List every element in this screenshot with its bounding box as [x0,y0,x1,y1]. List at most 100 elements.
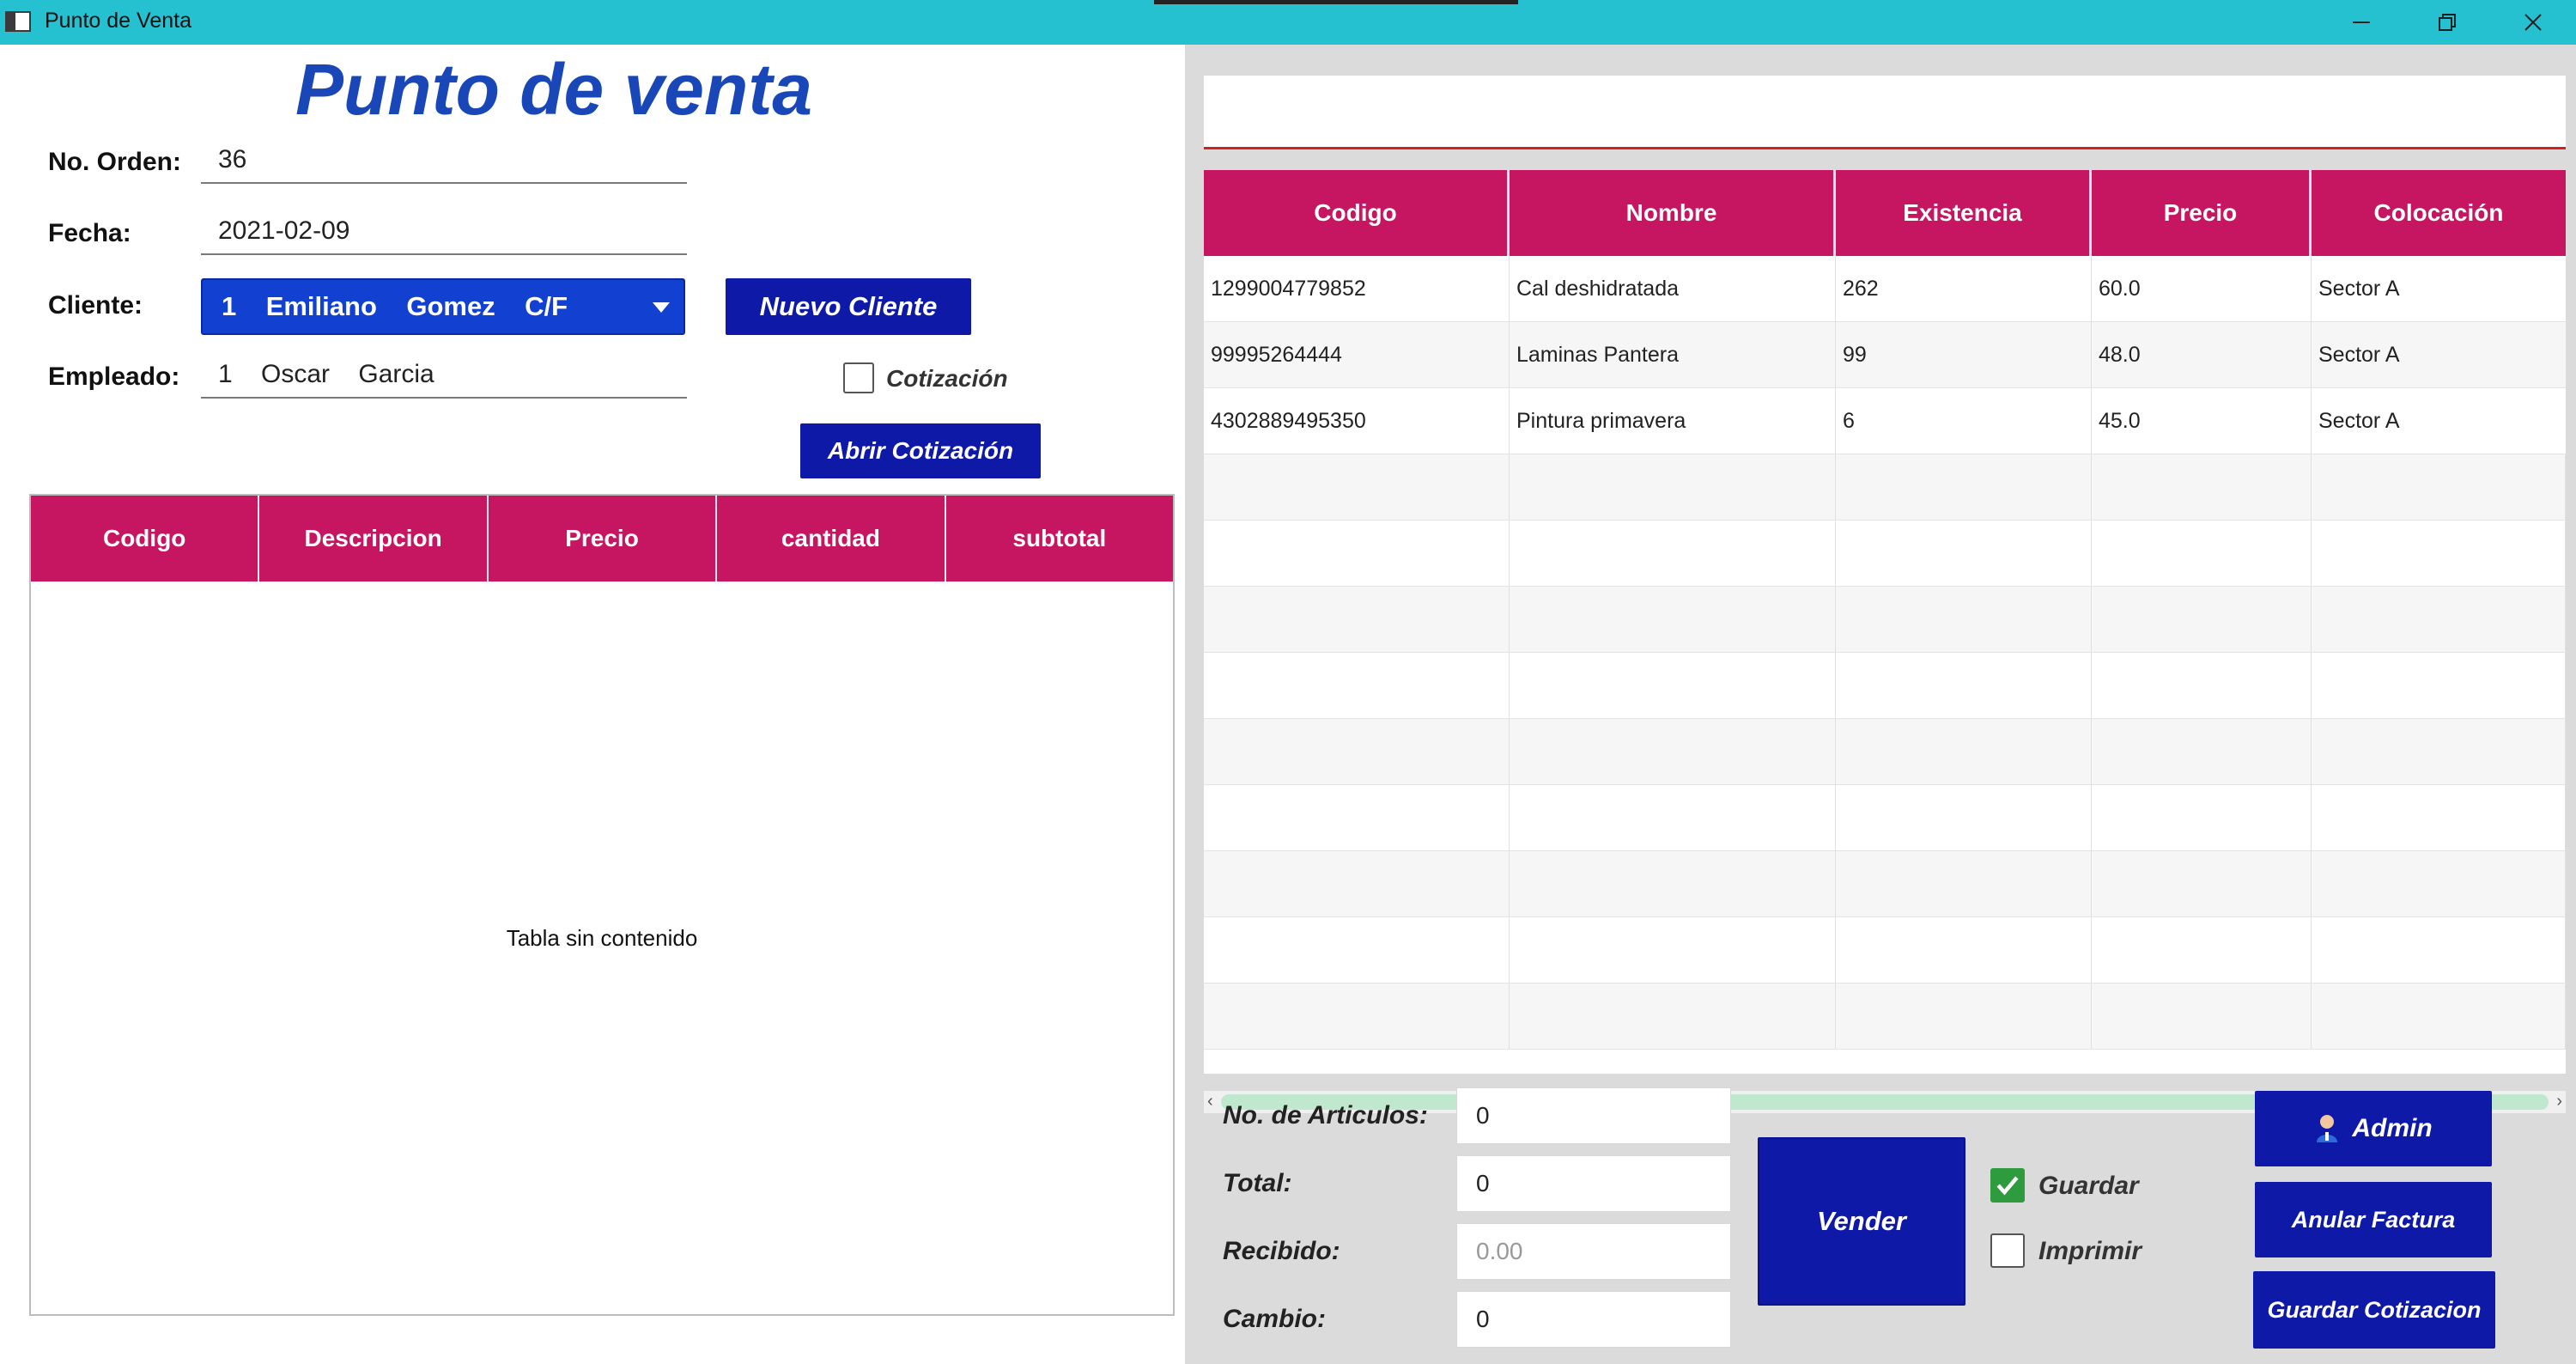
empty-cell [2092,917,2312,983]
empty-cell [2092,785,2312,850]
products-panel: Codigo Nombre Existencia Precio Colocaci… [1185,45,2576,1364]
cambio-field[interactable]: 0 [1456,1291,1731,1348]
close-icon [2524,14,2542,31]
empty-cell [2092,719,2312,784]
cliente-label: Cliente: [48,291,143,320]
cell-precio: 60.0 [2092,256,2312,321]
empty-cell [1204,521,1510,586]
empty-table-row [1204,454,2566,521]
scroll-left-icon[interactable]: ‹ [1207,1092,1213,1111]
cliente-value: 1 Emiliano Gomez C/F [222,291,568,321]
cell-colocacion: Sector A [2318,276,2400,301]
imprimir-label: Imprimir [2038,1237,2142,1265]
empty-cell [1510,785,1836,850]
admin-button[interactable]: Admin [2255,1091,2492,1166]
column-header[interactable]: subtotal [946,496,1173,582]
articulos-label: No. de Articulos: [1223,1101,1428,1130]
checkmark-icon [1996,1176,2019,1196]
empty-cell [1836,983,2092,1049]
empty-cell [2312,983,2566,1049]
empty-cell [1836,785,2092,850]
scroll-right-icon[interactable]: › [2556,1092,2562,1111]
column-header[interactable]: Codigo [31,496,260,582]
abrir-cotizacion-button[interactable]: Abrir Cotización [800,423,1041,478]
empty-cell [1836,653,2092,718]
empty-cell [1510,454,1836,520]
column-header[interactable]: Colocación [2312,170,2566,256]
cell-nombre: Cal deshidratada [1510,256,1836,321]
empty-cell [1204,587,1510,652]
table-row[interactable]: 1299004779852 Cal deshidratada 262 60.0 … [1204,256,2566,322]
column-header[interactable]: Existencia [1836,170,2092,256]
empty-cell [2092,983,2312,1049]
empty-cell [2092,851,2312,916]
guardar-checkbox[interactable] [1990,1168,2025,1203]
empty-cell [1510,851,1836,916]
order-panel: Punto de venta No. Orden: 36 Fecha: 2021… [0,45,1185,1364]
cotizacion-label: Cotización [886,365,1008,392]
cell-codigo: 99995264444 [1204,322,1510,387]
articulos-field[interactable]: 0 [1456,1087,1731,1144]
cell-codigo: 1299004779852 [1204,256,1510,321]
empty-cell [2312,851,2566,916]
guardar-cotizacion-button[interactable]: Guardar Cotizacion [2253,1271,2495,1349]
empty-cell [2092,521,2312,586]
empty-cell [2312,454,2566,520]
empty-cell [2092,653,2312,718]
cambio-label: Cambio: [1223,1305,1326,1333]
orden-field[interactable]: 36 [201,141,687,184]
empty-table-row [1204,785,2566,851]
title-bar: Punto de Venta [0,0,2576,45]
products-table[interactable]: Codigo Nombre Existencia Precio Colocaci… [1204,170,2566,1113]
search-input[interactable] [1204,76,2566,149]
column-header[interactable]: cantidad [717,496,946,582]
empleado-field[interactable]: 1 Oscar Garcia [201,356,687,399]
cell-existencia: 262 [1836,256,2092,321]
user-icon [2317,1115,2338,1142]
cart-table[interactable]: Codigo Descripcion Precio cantidad subto… [29,494,1175,1316]
nuevo-cliente-button[interactable]: Nuevo Cliente [726,278,971,335]
empty-table-row [1204,917,2566,983]
empty-cell [2092,454,2312,520]
empty-cell [1510,587,1836,652]
table-row[interactable]: 99995264444 Laminas Pantera 99 48.0 Sect… [1204,322,2566,388]
empty-cell [1510,983,1836,1049]
fecha-field[interactable]: 2021-02-09 [201,212,687,255]
fecha-label: Fecha: [48,219,131,247]
column-header[interactable]: Nombre [1510,170,1836,256]
empty-cell [1510,521,1836,586]
recibido-label: Recibido: [1223,1237,1340,1265]
empty-cell [1510,917,1836,983]
minimize-button[interactable] [2318,0,2404,45]
cell-colocacion: Sector A [2318,408,2400,433]
empty-cell [1836,719,2092,784]
title-bar-divider [1154,0,1518,4]
empty-cell [1204,454,1510,520]
close-button[interactable] [2490,0,2576,45]
total-field[interactable]: 0 [1456,1155,1731,1212]
column-header[interactable]: Codigo [1204,170,1510,256]
recibido-field[interactable]: 0.00 [1456,1223,1731,1280]
imprimir-checkbox[interactable] [1990,1233,2025,1268]
empty-table-row [1204,521,2566,587]
cliente-select[interactable]: 1 Emiliano Gomez C/F [201,278,685,335]
restore-button[interactable] [2404,0,2490,45]
empty-cell [2312,521,2566,586]
empty-cell [2312,719,2566,784]
empty-cell [1204,851,1510,916]
anular-factura-button[interactable]: Anular Factura [2255,1182,2492,1257]
column-header[interactable]: Precio [2092,170,2312,256]
empty-table-row [1204,851,2566,917]
empty-table-row [1204,587,2566,653]
vender-button[interactable]: Vender [1758,1137,1965,1306]
empty-table-text: Tabla sin contenido [506,925,698,951]
empty-cell [1204,653,1510,718]
orden-label: No. Orden: [48,148,181,176]
empty-table-row [1204,983,2566,1050]
cell-nombre: Pintura primavera [1510,388,1836,454]
table-row[interactable]: 4302889495350 Pintura primavera 6 45.0 S… [1204,388,2566,454]
column-header[interactable]: Descripcion [259,496,489,582]
column-header[interactable]: Precio [489,496,718,582]
cotizacion-checkbox[interactable] [843,362,874,393]
cart-table-header: Codigo Descripcion Precio cantidad subto… [31,496,1173,582]
